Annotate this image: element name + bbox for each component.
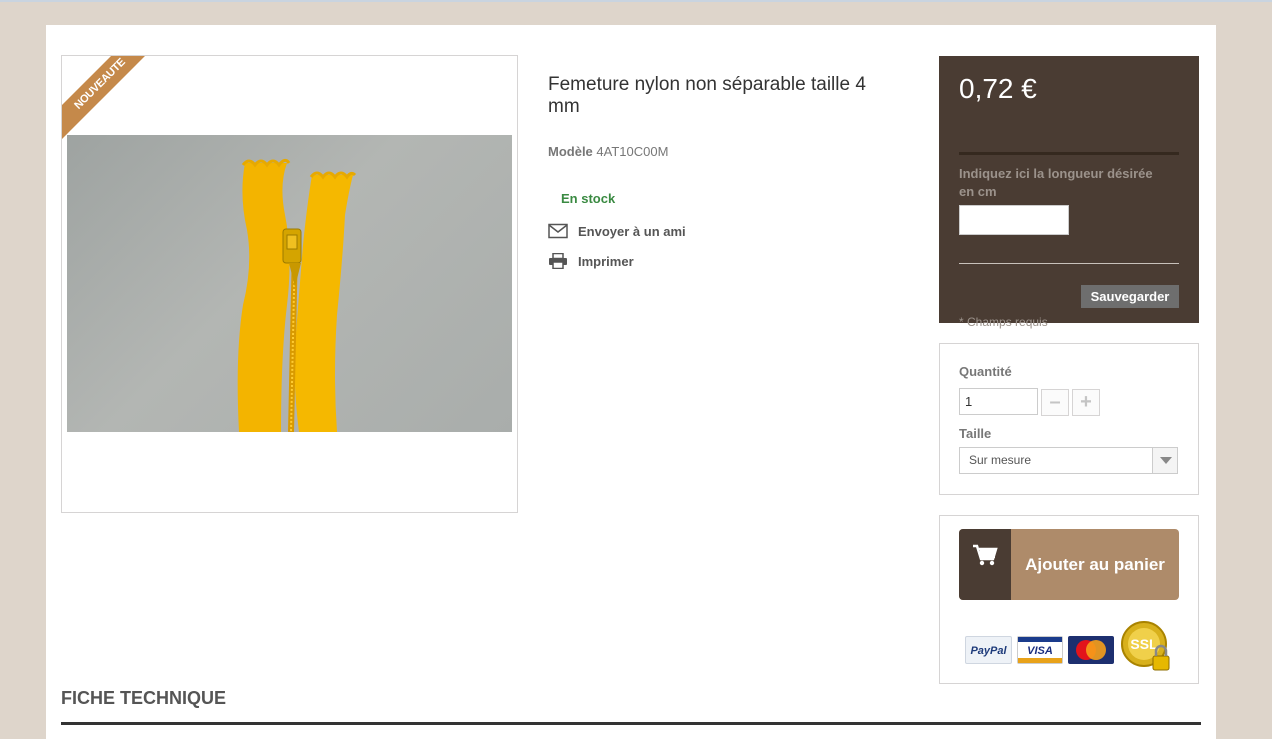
save-button[interactable]: Sauvegarder xyxy=(1081,285,1179,308)
visa-stripe-bottom xyxy=(1018,658,1062,663)
send-to-friend-label: Envoyer à un ami xyxy=(578,223,686,239)
ssl-lock-badge-icon: SSL xyxy=(1121,621,1170,671)
add-to-cart-button[interactable]: Ajouter au panier xyxy=(959,529,1179,600)
model-label: Modèle xyxy=(548,144,593,159)
required-fields-note: * Champs requis xyxy=(959,315,1048,329)
product-image-frame[interactable]: NOUVEAUTE xyxy=(61,55,518,513)
paypal-logo: PayPal xyxy=(965,636,1012,664)
zipper-illustration xyxy=(237,158,357,432)
price-divider xyxy=(959,152,1179,155)
price-box: 0,72 € Indiquez ici la longueur désirée … xyxy=(939,56,1199,329)
cart-icon-area xyxy=(959,529,1011,600)
chevron-down-icon[interactable] xyxy=(1152,448,1177,473)
mastercard-logo xyxy=(1068,636,1114,664)
length-input[interactable] xyxy=(959,205,1069,235)
shopping-cart-icon xyxy=(973,544,998,566)
cart-box: Ajouter au panier PayPal VISA SSL xyxy=(939,515,1199,684)
mastercard-icon xyxy=(1076,640,1106,660)
product-photo xyxy=(67,135,512,432)
new-ribbon: NOUVEAUTE xyxy=(62,56,158,142)
quantity-label: Quantité xyxy=(959,364,1012,379)
visa-text: VISA xyxy=(1027,645,1053,657)
add-to-cart-label: Ajouter au panier xyxy=(1025,554,1165,574)
model-value: 4AT10C00M xyxy=(596,144,669,159)
visa-stripe-top xyxy=(1018,637,1062,642)
envelope-icon xyxy=(548,223,568,239)
quantity-minus-button[interactable]: – xyxy=(1041,389,1069,416)
quantity-plus-button[interactable]: + xyxy=(1072,389,1100,416)
product-page: NOUVEAUTE Femeture nylon non séparable t… xyxy=(46,25,1216,739)
ssl-text: SSL xyxy=(1130,636,1158,652)
section-underline xyxy=(61,722,1201,725)
options-box: Quantité 1 – + Taille Sur mesure xyxy=(939,343,1199,495)
visa-logo: VISA xyxy=(1017,636,1063,664)
send-to-friend-link[interactable]: Envoyer à un ami xyxy=(548,223,686,239)
print-link[interactable]: Imprimer xyxy=(548,253,634,269)
printer-icon xyxy=(549,253,567,269)
size-select[interactable]: Sur mesure xyxy=(959,447,1178,474)
length-label: Indiquez ici la longueur désirée en cm xyxy=(959,166,1153,199)
product-model: Modèle 4AT10C00M xyxy=(548,144,668,159)
product-title: Femeture nylon non séparable taille 4 mm xyxy=(548,74,866,117)
product-price: 0,72 € xyxy=(959,73,1037,104)
customization-divider xyxy=(959,263,1179,264)
stock-status: En stock xyxy=(561,191,616,206)
browser-top-line xyxy=(0,0,1272,2)
technical-sheet-heading: FICHE TECHNIQUE xyxy=(61,688,227,708)
quantity-input[interactable]: 1 xyxy=(959,388,1038,415)
size-label: Taille xyxy=(959,426,992,441)
print-label: Imprimer xyxy=(578,253,634,269)
size-selected-value: Sur mesure xyxy=(969,453,1032,467)
